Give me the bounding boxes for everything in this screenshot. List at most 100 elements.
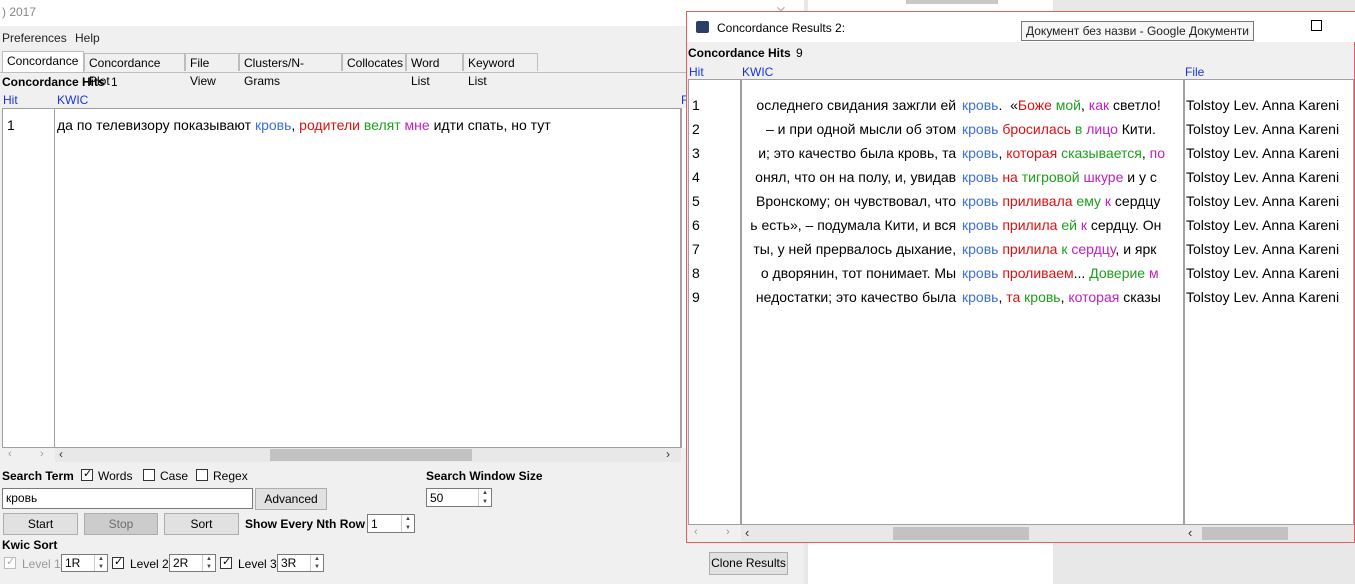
results-file-name[interactable]: Tolstoy Lev. Anna Kareni [1186,97,1339,113]
results-kwic-row[interactable]: кровь прилила к сердцу, и ярк [962,241,1156,257]
level2-checkbox[interactable]: ✓ [112,556,124,569]
results-hit-number[interactable]: 8 [692,265,700,281]
results-kwic-row[interactable]: кровь. «Боже мой, как светло! [962,97,1165,113]
results-hit-number[interactable]: 1 [692,97,700,113]
kwic-scrollbar[interactable]: ‹ › [55,447,681,462]
results-left-context[interactable]: оследнего свидания зажгли ей [756,97,960,113]
spin-down-icon[interactable]: ▼ [202,563,215,571]
results-kwic-row[interactable]: кровь проливаем... Доверие м [962,265,1159,281]
tab-collocates[interactable]: Collocates [342,53,406,71]
kwic-token: ... [1073,265,1090,281]
chevron-left-icon[interactable]: ‹ [59,447,63,461]
results-column-header-kwic[interactable]: KWIC [742,65,773,79]
column-header-hit[interactable]: Hit [3,93,18,107]
chevron-right-icon[interactable]: › [726,526,730,538]
kwic-row[interactable]: да по телевизору показывают кровь, родит… [57,117,551,133]
spin-up-icon[interactable]: ▲ [202,555,215,563]
results-file-name[interactable]: Tolstoy Lev. Anna Kareni [1186,289,1339,305]
level3-spinner[interactable]: 3R ▲ ▼ [277,554,324,572]
stop-button[interactable]: Stop [84,513,158,535]
results-kwic-scrollbar[interactable]: ‹ [741,525,1184,542]
results-file-name[interactable]: Tolstoy Lev. Anna Kareni [1186,169,1339,185]
results-kwic-scroll-thumb[interactable] [893,527,1029,540]
chevron-left-icon[interactable]: ‹ [694,526,698,538]
clone-results-button[interactable]: Clone Results [709,552,788,575]
spin-down-icon[interactable]: ▼ [401,523,414,532]
results-column-header-file[interactable]: File [1185,65,1204,79]
results-kwic-row[interactable]: кровь бросилась в лицо Кити. [962,121,1156,137]
results-hit-number[interactable]: 4 [692,169,700,185]
regex-checkbox[interactable] [196,469,208,481]
chevron-left-icon[interactable]: ‹ [8,448,12,460]
tab-concordance-plot[interactable]: Concordance Plot [84,53,185,88]
words-checkbox[interactable]: ✓ [81,468,93,481]
results-left-context[interactable]: – и при одной мысли об этом [762,121,960,137]
spin-down-icon[interactable]: ▼ [310,563,323,571]
chevron-right-icon[interactable]: › [666,447,670,461]
results-left-context[interactable]: о дворянин, тот понимает. Мы [761,265,960,281]
column-header-kwic[interactable]: KWIC [57,93,88,107]
results-kwic-row[interactable]: кровь, которая сказывается, по [962,145,1165,161]
results-file-name[interactable]: Tolstoy Lev. Anna Kareni [1186,217,1339,233]
level2-spinner[interactable]: 2R ▲ ▼ [169,554,216,572]
hit-scrollbar[interactable]: ‹ › [2,448,55,462]
hit-number[interactable]: 1 [7,117,15,133]
sort-button[interactable]: Sort [164,513,239,535]
results-kwic-row[interactable]: кровь, та кровь, которая сказы [962,289,1161,305]
tab-file-view[interactable]: File View [185,53,239,88]
search-window-spinner[interactable]: 50 ▲ ▼ [426,488,492,507]
results-hit-number[interactable]: 2 [692,121,700,137]
results-kwic-row[interactable]: кровь на тигровой шкуре и у с [962,169,1157,185]
level1-spinner[interactable]: 1R ▲ ▼ [61,554,108,572]
results-file-scroll-thumb[interactable] [1202,527,1288,540]
start-button[interactable]: Start [3,513,78,535]
results-kwic-row[interactable]: кровь приливала ему к сердцу [962,193,1160,209]
results-left-context[interactable]: недостатки; это качество была [756,289,960,305]
advanced-button[interactable]: Advanced [255,488,327,510]
spin-up-icon[interactable]: ▲ [310,555,323,563]
results-file-name[interactable]: Tolstoy Lev. Anna Kareni [1186,241,1339,257]
spin-up-icon[interactable]: ▲ [478,489,491,498]
results-file-name[interactable]: Tolstoy Lev. Anna Kareni [1186,145,1339,161]
results-file-name[interactable]: Tolstoy Lev. Anna Kareni [1186,193,1339,209]
results-hit-number[interactable]: 6 [692,217,700,233]
spin-up-icon[interactable]: ▲ [94,555,107,563]
search-input[interactable]: кровь [2,488,253,509]
tab-keyword-list[interactable]: Keyword List [463,53,538,88]
results-left-context[interactable]: и; это качество была кровь, та [758,145,960,161]
results-left-context[interactable]: ты, у ней прервалось дыхание, [753,241,960,257]
results-hit-number[interactable]: 3 [692,145,700,161]
results-hit-number[interactable]: 5 [692,193,700,209]
level3-checkbox[interactable]: ✓ [220,556,232,569]
spin-down-icon[interactable]: ▼ [94,563,107,571]
spin-up-icon[interactable]: ▲ [401,515,414,524]
results-kwic-row[interactable]: кровь прилила ей к сердцу. Он [962,217,1161,233]
results-column-header-hit[interactable]: Hit [689,65,704,79]
nth-row-spinner[interactable]: 1 ▲ ▼ [367,514,415,533]
menu-help[interactable]: Help [75,31,100,45]
results-left-context[interactable]: ь есть», – подумала Кити, и вся [750,217,960,233]
level1-checkbox[interactable]: ✓ [4,556,16,569]
chevron-right-icon[interactable]: › [40,448,44,460]
results-file-name[interactable]: Tolstoy Lev. Anna Kareni [1186,121,1339,137]
results-file-name[interactable]: Tolstoy Lev. Anna Kareni [1186,265,1339,281]
case-checkbox[interactable] [143,469,155,481]
hits-count: 1 [111,75,118,89]
results-file-scrollbar[interactable]: ‹ [1184,525,1354,542]
chevron-left-icon[interactable]: ‹ [745,525,749,540]
tab-concordance[interactable]: Concordance [2,51,84,72]
spin-down-icon[interactable]: ▼ [478,497,491,506]
tab-divider [0,72,686,73]
results-left-context[interactable]: Вронскому; он чувствовал, что [756,193,960,209]
results-hit-number[interactable]: 9 [692,289,700,305]
tab-word-list[interactable]: Word List [406,53,463,88]
results-hit-scrollbar[interactable]: ‹ › [688,525,741,542]
results-hit-number[interactable]: 7 [692,241,700,257]
menu-preferences[interactable]: Preferences [2,31,67,45]
tab-clusters-ngrams[interactable]: Clusters/N-Grams [239,53,342,88]
maximize-icon[interactable] [1311,20,1322,31]
chevron-left-icon[interactable]: ‹ [1188,525,1192,540]
results-left-context[interactable]: онял, что он на полу, и, увидав [755,169,960,185]
kwic-scroll-thumb[interactable] [270,449,472,461]
kwic-token: тигровой [1021,169,1080,185]
